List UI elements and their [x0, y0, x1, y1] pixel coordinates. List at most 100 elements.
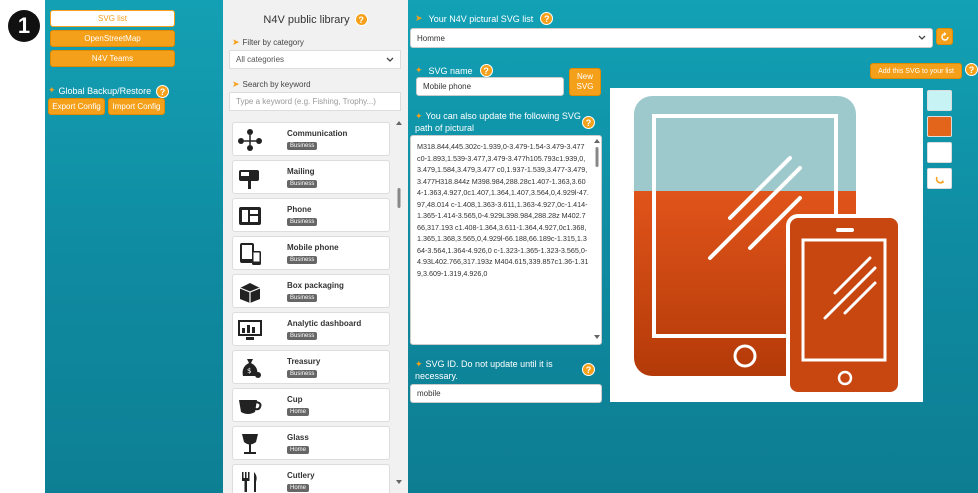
category-badge: Home	[287, 408, 310, 416]
chevron-down-icon	[918, 35, 926, 40]
communication-icon	[237, 128, 263, 152]
category-badge: Home	[287, 446, 310, 454]
import-config-button[interactable]: Import Config	[108, 98, 165, 115]
library-item-cutlery[interactable]: Cutlery Home	[232, 464, 390, 493]
bullet-icon: ✦	[415, 111, 423, 121]
svg-list-label: ➤ Your N4V pictural SVG list ?	[415, 12, 554, 25]
svg-list-label-text: Your N4V pictural SVG list	[428, 13, 534, 24]
mobile-phone-icon	[237, 242, 263, 266]
gradient-direction-button[interactable]	[927, 168, 952, 189]
refresh-icon	[940, 31, 949, 41]
search-keyword-label: ➤ Search by keyword	[232, 79, 311, 90]
help-icon[interactable]: ?	[354, 13, 368, 26]
help-icon[interactable]: ?	[582, 116, 595, 129]
category-badge: Business	[287, 294, 318, 302]
item-name: Communication	[287, 129, 348, 138]
library-header: N4V public library ?	[223, 13, 408, 26]
help-icon[interactable]: ?	[965, 63, 978, 76]
left-sidebar	[45, 0, 223, 493]
library-item-cup[interactable]: Cup Home	[232, 388, 390, 422]
svg-name-label: ✦ SVG name ?	[415, 64, 493, 77]
category-badge: Business	[287, 180, 318, 188]
backup-restore-text: Global Backup/Restore	[58, 85, 152, 96]
category-badge: Business	[287, 256, 318, 264]
glass-icon	[237, 432, 263, 456]
cutlery-icon	[237, 470, 263, 493]
search-input[interactable]: Type a keyword (e.g. Fishing, Trophy...)	[229, 92, 401, 111]
filter-category-text: Filter by category	[242, 38, 304, 47]
item-name: Cutlery	[287, 471, 315, 480]
library-item-glass[interactable]: Glass Home	[232, 426, 390, 460]
cup-icon	[237, 394, 263, 418]
category-badge: Business	[287, 142, 318, 150]
library-item-analytic-dashboard[interactable]: Analytic dashboard Business	[232, 312, 390, 346]
bullet-icon: ✦	[415, 359, 423, 369]
help-icon[interactable]: ?	[582, 363, 595, 376]
item-name: Treasury	[287, 357, 321, 366]
item-name: Phone	[287, 205, 312, 214]
help-icon[interactable]: ?	[540, 12, 554, 25]
category-select[interactable]: All categories	[229, 50, 401, 69]
svg-text:$: $	[247, 367, 251, 375]
color-swatch-orange[interactable]	[927, 116, 952, 137]
svg-list-select-value: Homme	[417, 33, 446, 43]
library-item-communication[interactable]: Communication Business	[232, 122, 390, 156]
library-list: Communication Business Mailing Business …	[232, 118, 390, 493]
svg-list-select[interactable]: Homme	[410, 28, 933, 48]
help-icon[interactable]: ?	[156, 85, 169, 98]
bullet-icon: ✦	[48, 85, 56, 95]
svg-list-button[interactable]: SVG list	[50, 10, 175, 27]
add-svg-to-list-button[interactable]: Add this SVG to your list	[870, 63, 962, 79]
svg-path-textarea[interactable]: M318.844,445.302c-1.939,0-3.479-1.54-3.4…	[410, 135, 602, 345]
library-title: N4V public library	[263, 13, 350, 26]
svg-id-label: ✦ SVG ID. Do not update until it is neces…	[415, 358, 580, 382]
arrow-right-icon: ➤	[232, 79, 240, 89]
phone-icon	[237, 204, 263, 228]
arrow-right-icon: ➤	[415, 13, 423, 23]
rotate-arrow-icon	[935, 176, 944, 184]
svg-path-label-text: You can also update the following SVG pa…	[415, 111, 581, 133]
arrow-right-icon: ➤	[232, 37, 240, 47]
step-number-badge: 1	[8, 10, 40, 42]
item-name: Cup	[287, 395, 303, 404]
box-icon	[237, 280, 263, 304]
library-scrollbar[interactable]	[395, 118, 403, 488]
search-keyword-text: Search by keyword	[242, 80, 311, 89]
mobile-phone-preview-icon	[634, 96, 902, 396]
category-badge: Business	[287, 370, 318, 378]
item-name: Mailing	[287, 167, 315, 176]
item-name: Box packaging	[287, 281, 344, 290]
backup-restore-label: ✦ Global Backup/Restore	[48, 85, 151, 96]
refresh-button[interactable]	[936, 28, 953, 45]
export-config-button[interactable]: Export Config	[48, 98, 105, 115]
category-badge: Business	[287, 218, 318, 226]
library-item-box-packaging[interactable]: Box packaging Business	[232, 274, 390, 308]
svg-id-input[interactable]: mobile	[410, 384, 602, 403]
color-swatch-white[interactable]	[927, 142, 952, 163]
chevron-down-icon	[386, 57, 394, 62]
n4v-teams-button[interactable]: N4V Teams	[50, 50, 175, 67]
dashboard-icon	[237, 318, 263, 342]
category-badge: Business	[287, 332, 318, 340]
svg-preview	[610, 88, 923, 402]
item-name: Mobile phone	[287, 243, 339, 252]
svg-path-label: ✦ You can also update the following SVG p…	[415, 110, 585, 134]
mailbox-icon	[237, 166, 263, 190]
item-name: Glass	[287, 433, 309, 442]
svg-id-label-text: SVG ID. Do not update until it is necess…	[415, 359, 553, 381]
category-badge: Home	[287, 484, 310, 492]
library-item-mailing[interactable]: Mailing Business	[232, 160, 390, 194]
library-item-treasury[interactable]: $ Treasury Business	[232, 350, 390, 384]
new-svg-button[interactable]: New SVG	[569, 68, 601, 96]
svg-name-label-text: SVG name	[428, 65, 473, 76]
path-scrollbar[interactable]	[593, 137, 601, 343]
bullet-icon: ✦	[415, 65, 423, 75]
library-item-phone[interactable]: Phone Business	[232, 198, 390, 232]
library-item-mobile-phone[interactable]: Mobile phone Business	[232, 236, 390, 270]
svg-name-input[interactable]: Mobile phone	[416, 77, 564, 96]
item-name: Analytic dashboard	[287, 319, 362, 328]
money-bag-icon: $	[237, 356, 263, 380]
color-swatch-light-cyan[interactable]	[927, 90, 952, 111]
help-icon[interactable]: ?	[479, 64, 493, 77]
openstreetmap-button[interactable]: OpenStreetMap	[50, 30, 175, 47]
